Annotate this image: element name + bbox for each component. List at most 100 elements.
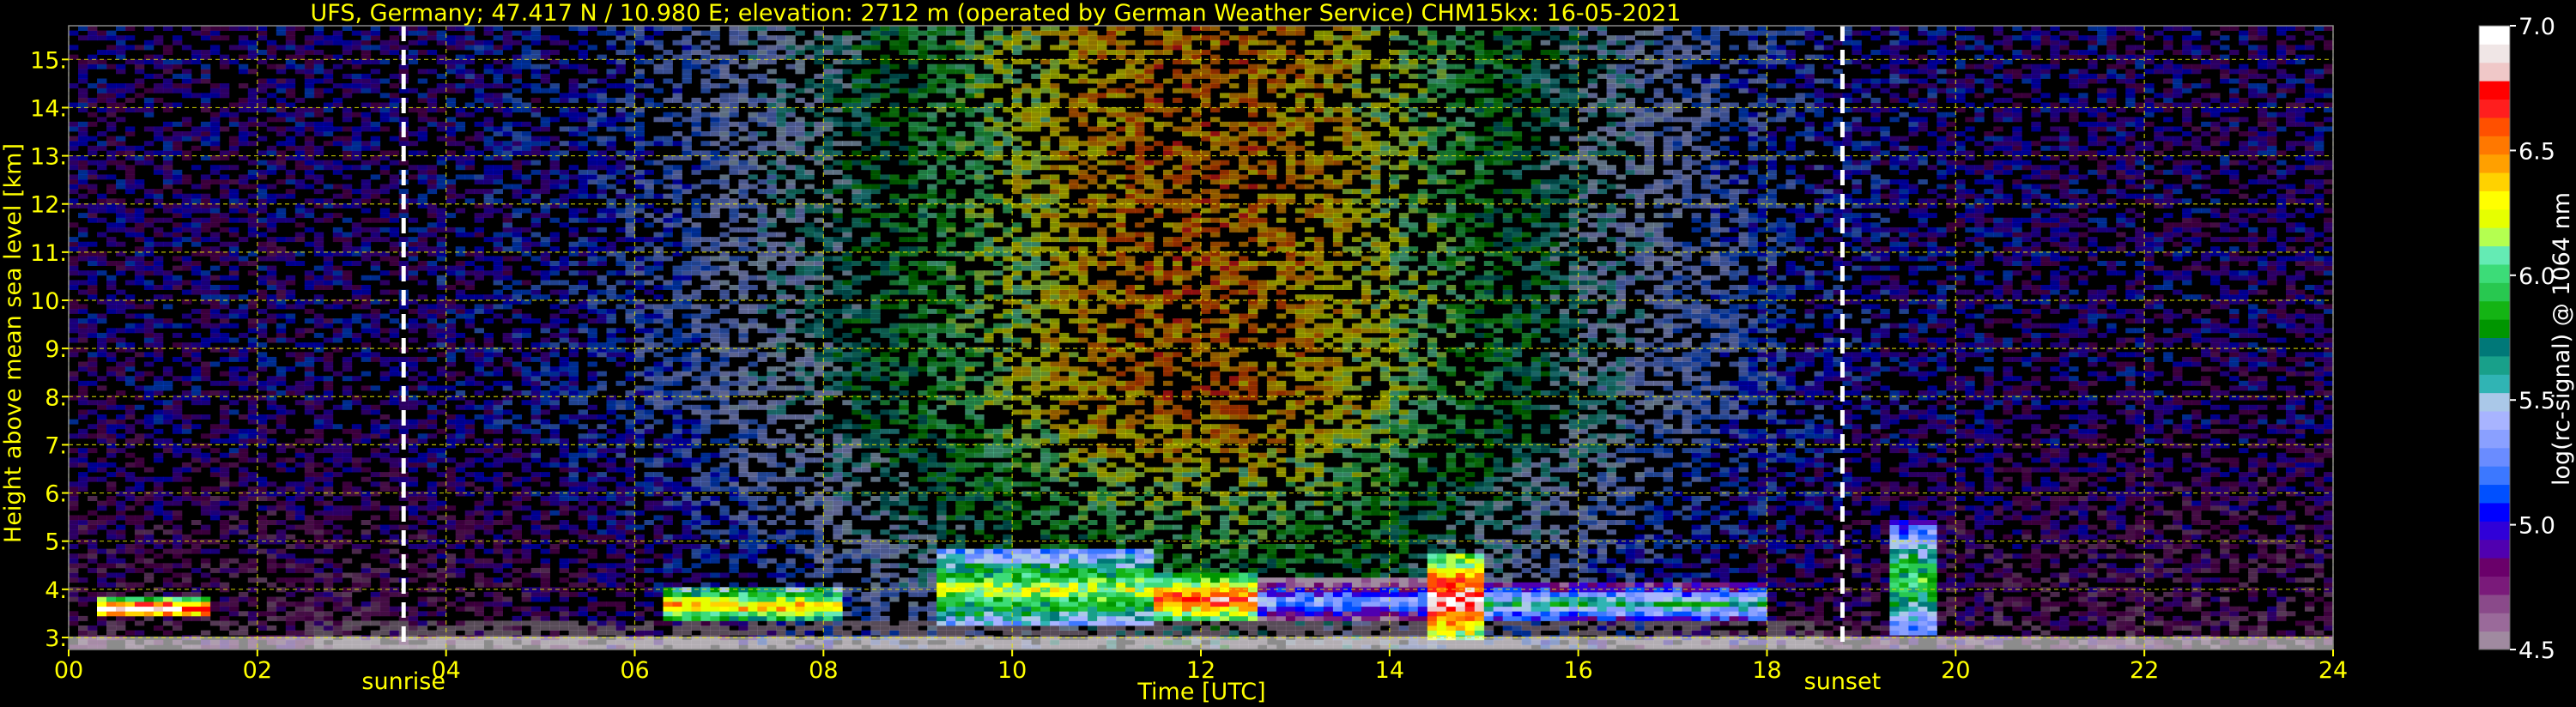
heatmap-cell — [379, 59, 391, 65]
heatmap-cell — [644, 241, 654, 247]
heatmap-cell — [200, 275, 211, 281]
heatmap-cell — [549, 289, 560, 295]
heatmap-cell — [672, 304, 682, 310]
heatmap-cell — [568, 591, 579, 597]
heatmap-cell — [143, 371, 155, 377]
heatmap-cell — [266, 318, 277, 324]
heatmap-cell — [644, 337, 654, 343]
heatmap-cell — [578, 117, 588, 123]
heatmap-cell — [427, 270, 438, 276]
heatmap-cell — [238, 433, 249, 439]
heatmap-cell — [634, 615, 645, 621]
heatmap-cell — [691, 131, 701, 136]
heatmap-cell — [219, 615, 230, 621]
heatmap-cell — [408, 510, 419, 516]
heatmap-cell — [417, 308, 428, 314]
heatmap-cell — [644, 332, 654, 338]
heatmap-cell — [172, 356, 183, 362]
heatmap-cell — [559, 318, 569, 324]
heatmap-cell — [78, 524, 88, 530]
heatmap-cell — [294, 510, 306, 516]
heatmap-cell — [379, 45, 391, 51]
heatmap-cell — [153, 332, 164, 338]
heatmap-cell — [549, 457, 560, 463]
heatmap-cell — [276, 606, 287, 612]
heatmap-cell — [219, 313, 230, 319]
heatmap-cell — [361, 88, 372, 94]
heatmap-cell — [88, 510, 98, 516]
heatmap-cell — [540, 63, 550, 69]
heatmap-cell — [134, 529, 145, 535]
heatmap-cell — [266, 534, 277, 540]
heatmap-cell — [634, 285, 645, 290]
heatmap-cell — [69, 174, 79, 180]
heatmap-cell — [88, 352, 98, 358]
heatmap-cell — [606, 356, 616, 362]
heatmap-cell — [78, 69, 88, 75]
heatmap-cell — [389, 35, 400, 41]
heatmap-cell — [200, 443, 211, 449]
heatmap-cell — [530, 83, 541, 89]
heatmap-cell — [304, 625, 315, 631]
heatmap-cell — [134, 534, 145, 540]
heatmap-cell — [78, 380, 88, 386]
heatmap-cell — [606, 217, 616, 223]
heatmap-cell — [69, 500, 79, 506]
heatmap-cell — [143, 491, 155, 497]
heatmap-cell — [389, 93, 400, 99]
heatmap-cell — [606, 313, 616, 319]
heatmap-cell — [568, 582, 579, 588]
heatmap-cell — [502, 548, 512, 554]
heatmap-cell — [257, 505, 268, 511]
heatmap-cell — [294, 611, 306, 617]
heatmap-cell — [559, 126, 569, 132]
heatmap-cell — [342, 126, 353, 132]
heatmap-cell — [700, 611, 711, 617]
heatmap-cell — [672, 481, 682, 487]
heatmap-cell — [209, 35, 221, 41]
heatmap-cell — [153, 189, 164, 195]
heatmap-cell — [106, 462, 117, 468]
heatmap-cell — [530, 472, 541, 478]
heatmap-cell — [691, 112, 701, 118]
heatmap-cell — [493, 544, 503, 549]
heatmap-cell — [682, 601, 692, 607]
heatmap-cell — [361, 620, 372, 626]
heatmap-cell — [172, 529, 183, 535]
heatmap-cell — [493, 313, 503, 319]
heatmap-cell — [644, 577, 654, 583]
heatmap-cell — [209, 323, 221, 329]
heatmap-cell — [351, 395, 362, 401]
heatmap-cell — [672, 534, 682, 540]
heatmap-cell — [285, 169, 296, 175]
heatmap-cell — [238, 198, 249, 204]
heatmap-cell — [644, 318, 654, 324]
heatmap-cell — [663, 486, 673, 492]
heatmap-cell — [682, 332, 692, 338]
heatmap-cell — [134, 419, 145, 425]
heatmap-cell — [493, 486, 503, 492]
heatmap-cell — [323, 275, 334, 281]
heatmap-cell — [568, 141, 579, 147]
heatmap-cell — [238, 332, 249, 338]
heatmap-cell — [134, 404, 145, 410]
heatmap-cell — [200, 294, 211, 300]
heatmap-cell — [266, 193, 277, 199]
heatmap-cell — [417, 265, 428, 271]
heatmap-cell — [464, 510, 476, 516]
heatmap-cell — [200, 548, 211, 554]
heatmap-cell — [455, 69, 466, 75]
heatmap-cell — [427, 486, 438, 492]
heatmap-cell — [228, 371, 239, 377]
heatmap-cell — [568, 414, 579, 420]
heatmap-cell — [644, 591, 654, 597]
heatmap-cell — [153, 88, 164, 94]
heatmap-cell — [559, 563, 569, 569]
heatmap-cell — [427, 457, 438, 463]
heatmap-cell — [417, 457, 428, 463]
heatmap-cell — [285, 553, 296, 559]
heatmap-cell — [162, 615, 173, 621]
heatmap-cell — [370, 78, 381, 84]
heatmap-cell — [512, 131, 522, 136]
heatmap-cell — [606, 510, 616, 516]
